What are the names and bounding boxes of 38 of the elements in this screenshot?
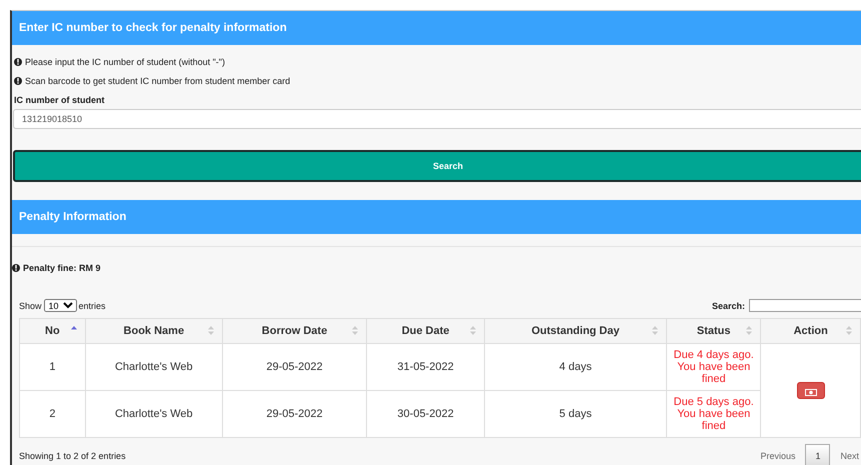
table-cell: 29-05-2022 <box>222 344 367 390</box>
table-cell: Charlotte's Web <box>85 344 222 390</box>
pay-button[interactable] <box>796 382 825 399</box>
table-search-field[interactable] <box>749 299 861 312</box>
info-icon <box>14 76 22 84</box>
cash-icon <box>804 389 817 396</box>
status-cell: Due 4 days ago. You have been fined <box>666 344 761 390</box>
page-button[interactable]: 1 <box>805 444 830 465</box>
show-label: Show <box>19 300 42 310</box>
table-cell: 5 days <box>484 390 666 438</box>
entries-info: Showing 1 to 2 of 2 entries <box>19 451 126 461</box>
entries-dropdown[interactable]: 10 <box>44 299 77 312</box>
entries-label: entries <box>78 300 106 310</box>
column-header[interactable]: Status <box>666 318 761 344</box>
penalty-fine-text: Penalty fine: RM 9 <box>23 263 101 273</box>
info-icon <box>14 58 22 66</box>
ic-input-field[interactable]: 131219018510 <box>13 109 861 129</box>
page-link[interactable]: Next <box>830 444 861 465</box>
page-link[interactable]: Previous <box>750 444 806 465</box>
instruction-text: Please input the IC number of student (without "-") <box>25 56 225 66</box>
column-header[interactable]: No <box>20 318 86 344</box>
table-cell: 29-05-2022 <box>222 390 367 438</box>
panel-title: Enter IC number to check for penalty information <box>19 22 287 34</box>
table-cell: 31-05-2022 <box>366 344 485 390</box>
table-cell: 4 days <box>484 344 666 390</box>
column-header[interactable]: Outstanding Day <box>484 318 666 344</box>
panel-title: Penalty Information <box>19 211 126 223</box>
table-cell: 1 <box>20 344 86 390</box>
field-label: IC number of student <box>14 95 106 105</box>
search-label: Search: <box>712 300 745 310</box>
table-cell: Charlotte's Web <box>85 390 222 438</box>
table-cell: 30-05-2022 <box>366 390 485 438</box>
column-header[interactable]: Book Name <box>85 318 222 344</box>
table-cell: 2 <box>20 390 86 438</box>
column-header[interactable]: Due Date <box>366 318 485 344</box>
column-header[interactable]: Borrow Date <box>222 318 367 344</box>
column-header[interactable]: Action <box>760 318 860 344</box>
instruction-text: Scan barcode to get student IC number from student member card <box>25 76 290 86</box>
